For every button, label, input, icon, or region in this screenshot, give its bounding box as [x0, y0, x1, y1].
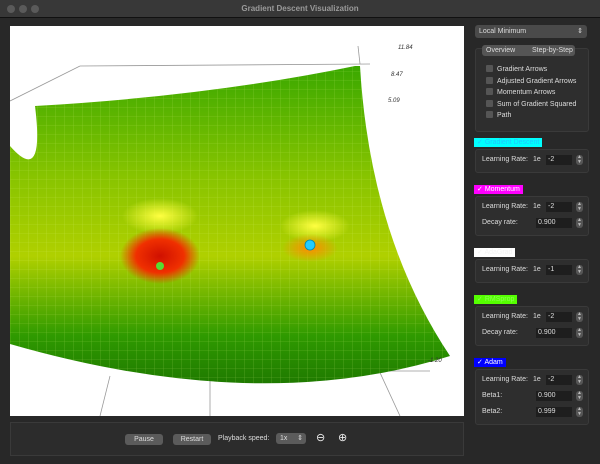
- param-input[interactable]: -2: [546, 155, 572, 165]
- option-checkbox[interactable]: Path: [486, 111, 511, 119]
- param-label: Learning Rate:: [482, 203, 528, 210]
- option-label: Gradient Arrows: [497, 66, 548, 73]
- param-prefix: 1e: [533, 313, 541, 320]
- param-prefix: 1e: [533, 266, 541, 273]
- main-area: 11.84 8.47 5.09 -1.20 Pause Restart Play…: [0, 18, 600, 464]
- window-title: Gradient Descent Visualization: [241, 4, 359, 13]
- option-label: Sum of Gradient Squared: [497, 100, 577, 108]
- param-label: Beta2:: [482, 408, 503, 415]
- settings-sidebar: Local Minimum ⇕ Overview Step-by-Step Gra…: [472, 18, 594, 464]
- z-tick: 11.84: [398, 45, 413, 51]
- option-checkbox[interactable]: Gradient Arrows: [486, 65, 547, 73]
- option-label: Adjusted Gradient Arrows: [497, 77, 577, 85]
- option-checkbox[interactable]: Sum of Gradient Squared: [486, 99, 577, 108]
- optimizer-toggle[interactable]: ✓ Momentum: [474, 185, 523, 194]
- option-label: Momentum Arrows: [497, 89, 556, 96]
- param-label: Decay rate:: [482, 219, 518, 226]
- optimizer-params: Learning Rate: 1e -2 ▲ ▼ Decay rate: 0.900 ▲ ▼: [475, 306, 589, 346]
- speed-value: 1x: [280, 435, 288, 442]
- checkbox[interactable]: [486, 76, 493, 84]
- param-stepper[interactable]: ▲ ▼: [576, 375, 583, 385]
- param-input[interactable]: 0.999: [536, 407, 572, 417]
- option-checkbox[interactable]: Adjusted Gradient Arrows: [486, 76, 577, 85]
- optimizer-params: Learning Rate: 1e -2 ▲ ▼ Decay rate: 0.900 ▲ ▼: [475, 196, 589, 236]
- param-input[interactable]: -2: [546, 312, 572, 322]
- optimizer-name: RMSprop: [484, 296, 515, 303]
- checkbox[interactable]: [486, 88, 493, 95]
- checkbox[interactable]: [486, 65, 493, 72]
- param-label: Learning Rate:: [482, 156, 528, 163]
- param-stepper[interactable]: ▲ ▼: [576, 312, 583, 322]
- param-label: Decay rate:: [482, 329, 518, 336]
- optimizer-toggle[interactable]: ✓ Gradient Descent: [474, 138, 543, 147]
- tab-overview[interactable]: Overview: [486, 45, 515, 56]
- check-icon: ✓: [477, 186, 485, 193]
- param-stepper[interactable]: ▲ ▼: [576, 202, 583, 212]
- param-stepper[interactable]: ▲ ▼: [576, 328, 583, 338]
- z-tick: 5.09: [388, 98, 400, 104]
- option-checkbox[interactable]: Momentum Arrows: [486, 88, 555, 96]
- playback-controls: Pause Restart Playback speed: 1x ⇕ ⊖ ⊕: [10, 422, 464, 456]
- param-input[interactable]: -1: [546, 265, 572, 275]
- param-input[interactable]: 0.900: [536, 391, 572, 401]
- title-bar: Gradient Descent Visualization: [0, 0, 600, 18]
- param-input[interactable]: -2: [546, 375, 572, 385]
- 3d-surface-plot[interactable]: 11.84 8.47 5.09 -1.20: [10, 26, 464, 416]
- optimizer-name: AdaGrad: [484, 249, 513, 256]
- rmsprop-ball: [156, 262, 164, 270]
- param-input[interactable]: 0.900: [536, 328, 572, 338]
- checkbox[interactable]: [486, 99, 493, 107]
- chevron-updown-icon: ⇕: [297, 435, 303, 442]
- surface-svg: [10, 45, 450, 416]
- param-prefix: 1e: [533, 156, 541, 163]
- param-label: Learning Rate:: [482, 313, 528, 320]
- param-label: Learning Rate:: [482, 266, 528, 273]
- chevron-updown-icon: ⇕: [577, 28, 583, 35]
- gradient-descent-ball: [304, 239, 316, 251]
- z-tick: 8.47: [391, 72, 403, 78]
- param-stepper[interactable]: ▲ ▼: [576, 391, 583, 401]
- zoom-in-icon[interactable]: ⊕: [338, 431, 347, 444]
- param-prefix: 1e: [533, 376, 541, 383]
- optimizer-toggle[interactable]: ✓ AdaGrad: [474, 248, 516, 257]
- optimizer-params: Learning Rate: 1e -2 ▲ ▼ Beta1: 0.900 ▲ ▼ Beta2: 0…: [475, 369, 589, 425]
- param-input[interactable]: -2: [546, 202, 572, 212]
- param-stepper[interactable]: ▲ ▼: [576, 155, 583, 165]
- scenario-select[interactable]: Local Minimum ⇕: [475, 25, 587, 38]
- playback-speed-select[interactable]: 1x ⇕: [276, 433, 306, 444]
- zoom-out-icon[interactable]: ⊖: [316, 431, 325, 444]
- pause-button[interactable]: Pause: [125, 434, 163, 445]
- optimizer-params: Learning Rate: 1e -1 ▲ ▼: [475, 259, 589, 283]
- tab-step-by-step[interactable]: Step-by-Step: [532, 45, 573, 56]
- param-prefix: 1e: [533, 203, 541, 210]
- optimizer-toggle[interactable]: ✓ Adam: [474, 358, 506, 367]
- optimizer-toggle[interactable]: ✓ RMSprop: [474, 295, 518, 304]
- x-tick: -1.20: [428, 358, 442, 364]
- param-stepper[interactable]: ▲ ▼: [576, 218, 583, 228]
- scenario-value: Local Minimum: [479, 28, 527, 35]
- restart-button[interactable]: Restart: [173, 434, 211, 445]
- check-icon: ✓: [477, 296, 485, 303]
- param-input[interactable]: 0.900: [536, 218, 572, 228]
- param-label: Learning Rate:: [482, 376, 528, 383]
- optimizer-name: Gradient Descent: [484, 139, 540, 146]
- param-stepper[interactable]: ▲ ▼: [576, 407, 583, 417]
- optimizer-params: Learning Rate: 1e -2 ▲ ▼: [475, 149, 589, 173]
- view-tabs: Overview Step-by-Step: [482, 45, 575, 56]
- check-icon: ✓: [477, 139, 485, 146]
- param-label: Beta1:: [482, 392, 503, 399]
- optimizer-name: Adam: [484, 359, 503, 366]
- checkbox[interactable]: [486, 111, 493, 118]
- option-label: Path: [497, 112, 512, 119]
- optimizer-name: Momentum: [484, 186, 520, 193]
- playback-speed-label: Playback speed:: [218, 435, 270, 442]
- param-stepper[interactable]: ▲ ▼: [576, 265, 583, 275]
